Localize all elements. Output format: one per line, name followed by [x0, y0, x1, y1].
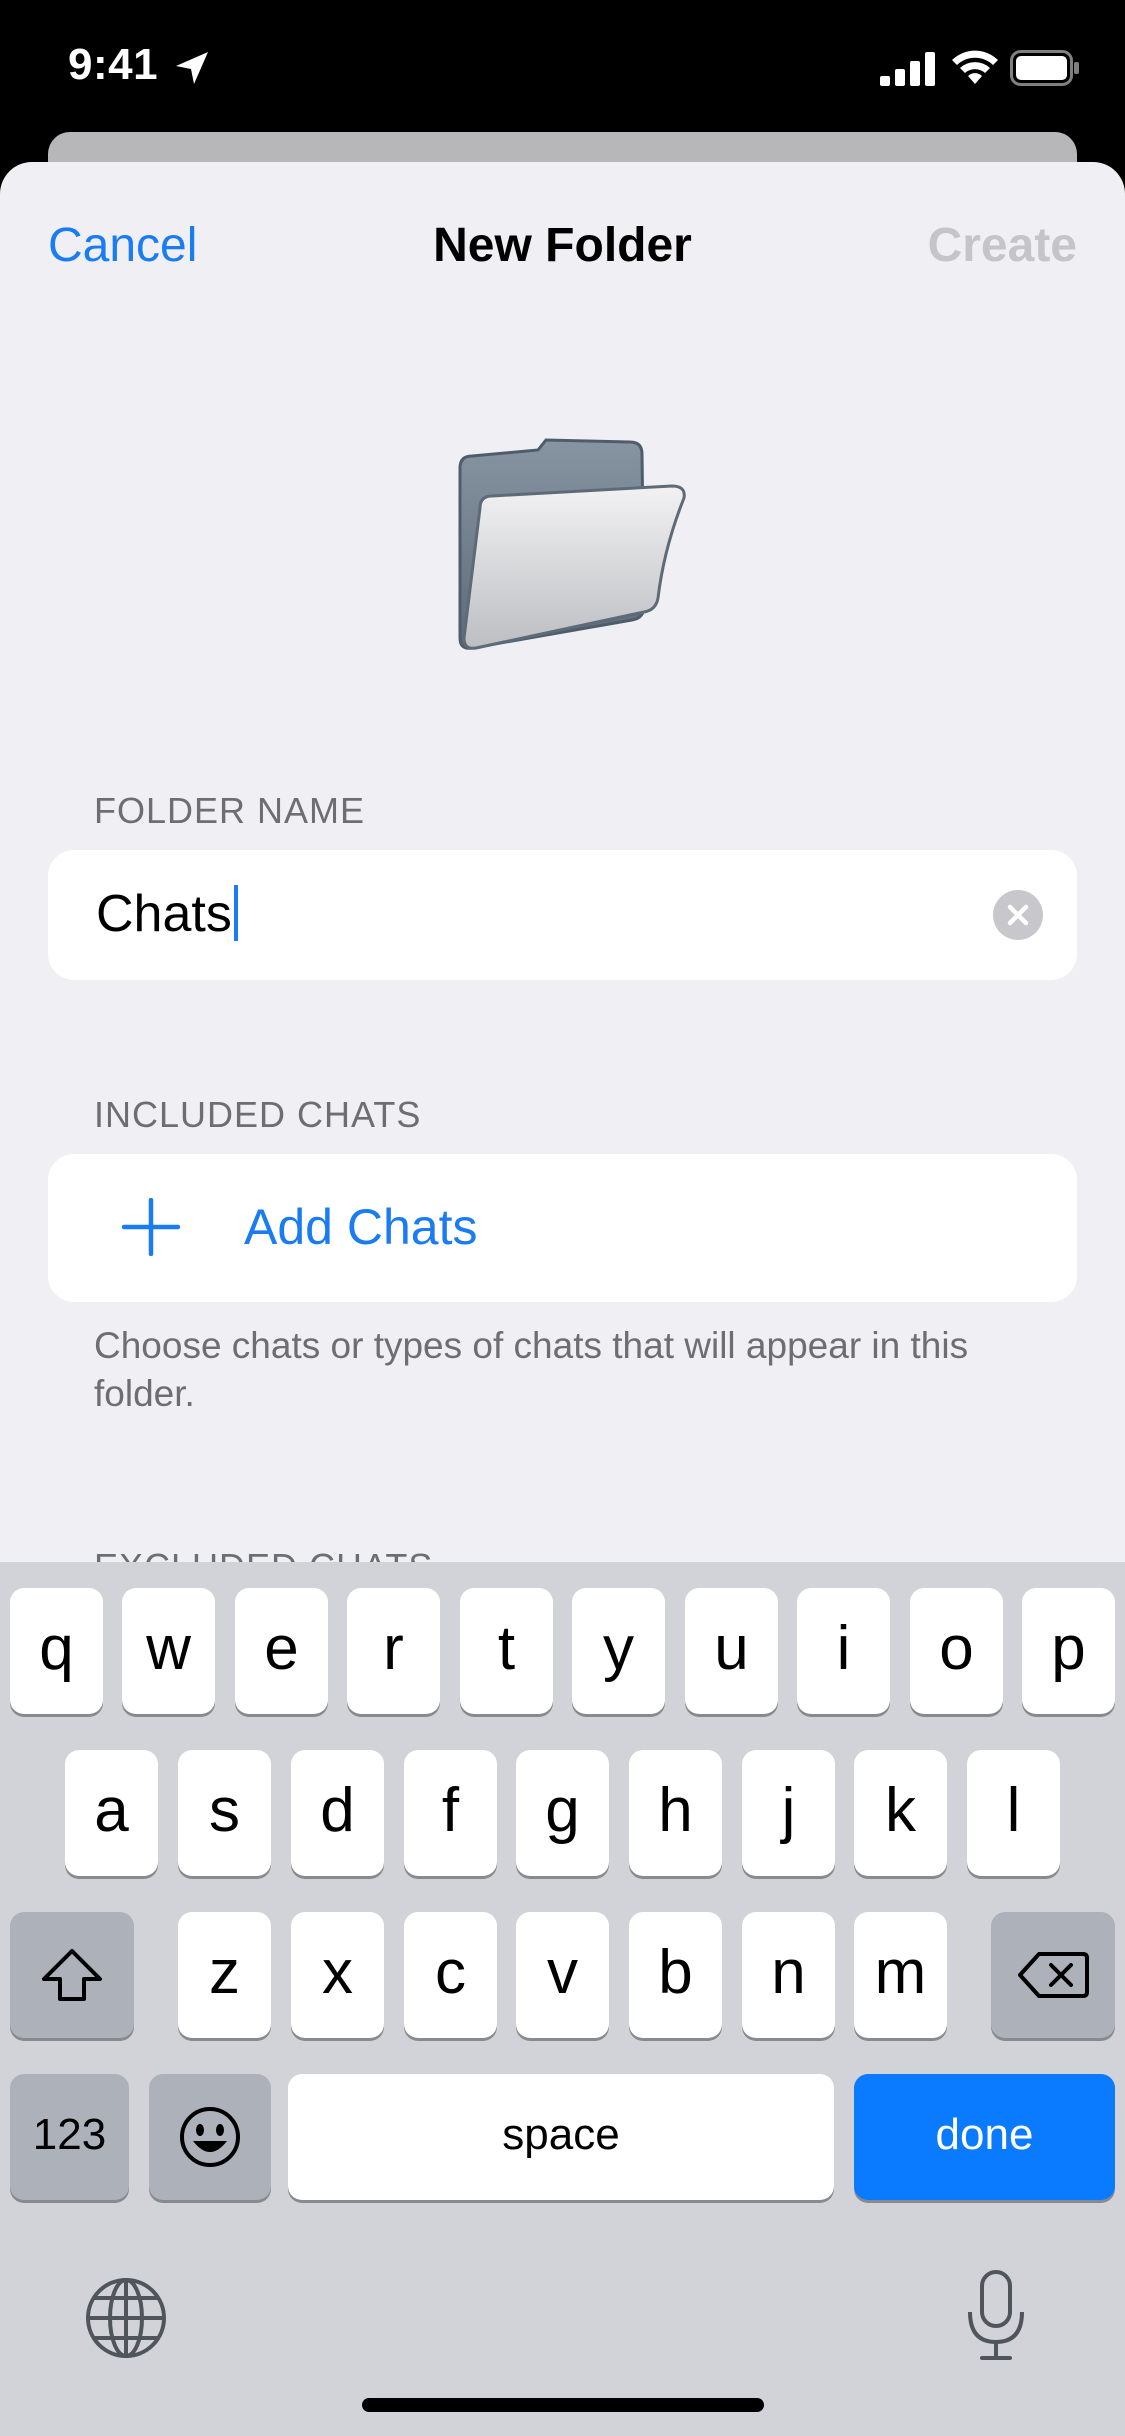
- key-y[interactable]: y: [572, 1588, 665, 1714]
- create-button[interactable]: Create: [928, 218, 1077, 273]
- folder-icon: [458, 438, 686, 650]
- key-x[interactable]: x: [291, 1912, 384, 2038]
- key-z[interactable]: z: [178, 1912, 271, 2038]
- shift-icon: [42, 1949, 102, 2001]
- backspace-key[interactable]: [991, 1912, 1115, 2038]
- folder-name-field[interactable]: Chats: [48, 850, 1077, 980]
- key-e[interactable]: e: [235, 1588, 328, 1714]
- wifi-icon: [952, 50, 998, 84]
- add-chats-button[interactable]: Add Chats: [48, 1154, 1077, 1302]
- key-v[interactable]: v: [516, 1912, 609, 2038]
- key-j[interactable]: j: [742, 1750, 835, 1876]
- key-m[interactable]: m: [854, 1912, 947, 2038]
- clear-text-button[interactable]: [993, 890, 1043, 940]
- emoji-icon: [180, 2107, 240, 2167]
- key-d[interactable]: d: [291, 1750, 384, 1876]
- key-i[interactable]: i: [797, 1588, 890, 1714]
- status-time: 9:41: [68, 40, 159, 89]
- status-bar: 9:41: [0, 0, 1125, 140]
- key-r[interactable]: r: [347, 1588, 440, 1714]
- key-c[interactable]: c: [404, 1912, 497, 2038]
- add-chats-label: Add Chats: [244, 1199, 478, 1255]
- key-u[interactable]: u: [685, 1588, 778, 1714]
- globe-icon[interactable]: [84, 2276, 168, 2360]
- key-f[interactable]: f: [404, 1750, 497, 1876]
- key-w[interactable]: w: [122, 1588, 215, 1714]
- key-g[interactable]: g: [516, 1750, 609, 1876]
- key-s[interactable]: s: [178, 1750, 271, 1876]
- location-arrow-icon: [176, 52, 208, 84]
- shift-key[interactable]: [10, 1912, 134, 2038]
- included-chats-header: INCLUDED CHATS: [94, 1094, 422, 1135]
- key-q[interactable]: q: [10, 1588, 103, 1714]
- done-key[interactable]: done: [854, 2074, 1115, 2200]
- numbers-key[interactable]: 123: [10, 2074, 129, 2200]
- folder-name-input[interactable]: Chats: [96, 885, 232, 943]
- space-key[interactable]: space: [288, 2074, 834, 2200]
- keyboard: q w e r t y u i o p a s d f g h j k l z …: [0, 1562, 1125, 2436]
- key-o[interactable]: o: [910, 1588, 1003, 1714]
- clear-icon: [1007, 904, 1029, 926]
- emoji-key[interactable]: [149, 2074, 271, 2200]
- plus-icon: [122, 1198, 180, 1256]
- key-h[interactable]: h: [629, 1750, 722, 1876]
- key-k[interactable]: k: [854, 1750, 947, 1876]
- key-b[interactable]: b: [629, 1912, 722, 2038]
- key-t[interactable]: t: [460, 1588, 553, 1714]
- backspace-icon: [1018, 1952, 1089, 1998]
- key-l[interactable]: l: [967, 1750, 1060, 1876]
- home-indicator[interactable]: [362, 2398, 764, 2412]
- text-caret: [233, 885, 238, 941]
- folder-name-header: FOLDER NAME: [94, 790, 366, 831]
- key-n[interactable]: n: [742, 1912, 835, 2038]
- key-a[interactable]: a: [65, 1750, 158, 1876]
- key-p[interactable]: p: [1022, 1588, 1115, 1714]
- included-chats-footer: Choose chats or types of chats that will…: [94, 1325, 969, 1414]
- cellular-signal-icon: [880, 52, 935, 86]
- battery-icon: [1010, 50, 1079, 86]
- microphone-icon[interactable]: [964, 2270, 1028, 2362]
